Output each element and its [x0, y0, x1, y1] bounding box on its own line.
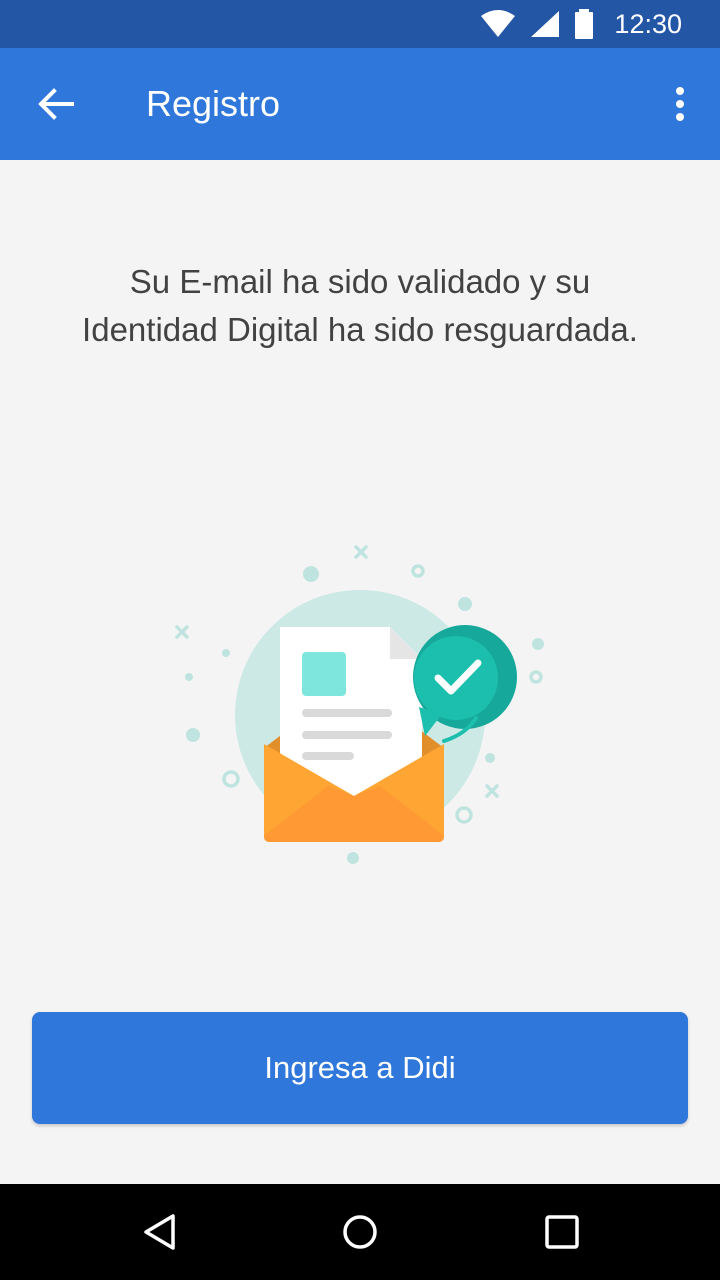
system-nav-bar: [0, 1184, 720, 1280]
confirmation-message: Su E-mail ha sido validado y su Identida…: [82, 263, 638, 348]
nav-recents-button[interactable]: [514, 1184, 610, 1280]
battery-icon: [575, 9, 594, 39]
email-validated-icon: [175, 545, 544, 864]
page-title: Registro: [146, 83, 281, 124]
more-vert-icon: [676, 87, 684, 121]
status-icons: 12:30: [480, 0, 682, 48]
ingresa-button[interactable]: Ingresa a Didi: [32, 1012, 688, 1124]
status-bar: 12:30: [0, 0, 720, 48]
overflow-menu-button[interactable]: [662, 76, 698, 132]
signal-icon: [531, 11, 560, 37]
status-time: 12:30: [614, 8, 682, 39]
nav-home-button[interactable]: [312, 1184, 408, 1280]
recents-square-icon: [545, 1215, 579, 1249]
wifi-icon: [481, 10, 516, 37]
home-circle-icon: [343, 1215, 377, 1249]
nav-back-button[interactable]: [112, 1184, 208, 1280]
back-triangle-icon: [144, 1214, 175, 1250]
arrow-back-icon: [38, 88, 74, 120]
app-bar: Registro: [0, 48, 720, 160]
back-button[interactable]: [28, 76, 84, 132]
